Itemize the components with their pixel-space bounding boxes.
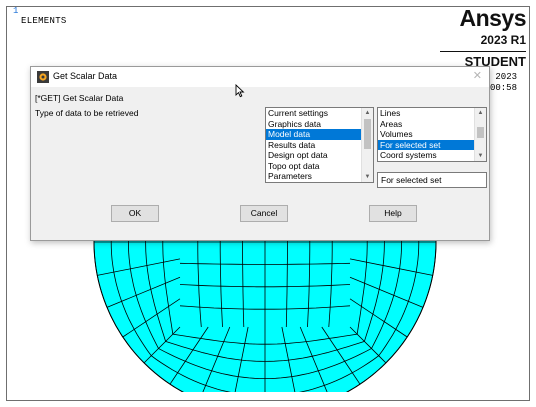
logo-divider bbox=[440, 51, 526, 52]
command-label: [*GET] Get Scalar Data bbox=[35, 93, 124, 103]
cancel-button[interactable]: Cancel bbox=[240, 205, 288, 222]
list2-scroll-thumb[interactable] bbox=[477, 127, 484, 138]
list-item-for-selected-set[interactable]: For selected set bbox=[378, 139, 475, 150]
date-time-readout: 2023 00:58 bbox=[490, 72, 517, 94]
logo-brand: Ansys bbox=[459, 5, 526, 31]
list-item-volumes[interactable]: Volumes bbox=[378, 129, 475, 140]
list-item-model-data[interactable]: Model data bbox=[266, 129, 362, 140]
list-item-coord-systems[interactable]: Coord systems bbox=[378, 150, 475, 161]
dialog-title: Get Scalar Data bbox=[53, 71, 118, 81]
list1-scroll-thumb[interactable] bbox=[364, 119, 371, 149]
mouse-cursor-icon bbox=[235, 84, 245, 98]
list-item-areas[interactable]: Areas bbox=[378, 119, 475, 130]
dialog-titlebar[interactable]: Get Scalar Data ✕ bbox=[31, 67, 489, 87]
list-item-design-opt-data[interactable]: Design opt data bbox=[266, 150, 362, 161]
get-scalar-data-dialog: Get Scalar Data ✕ [*GET] Get Scalar Data… bbox=[30, 66, 490, 241]
ansys-logo: Ansys 2023 R1 STUDENT bbox=[432, 5, 527, 70]
list2-scrollbar[interactable]: ▲ ▼ bbox=[474, 108, 486, 161]
ansys-app-icon bbox=[37, 71, 49, 83]
help-button[interactable]: Help bbox=[369, 205, 417, 222]
data-category-list[interactable]: Current settings Graphics data Model dat… bbox=[265, 107, 374, 183]
window-number: 1 bbox=[13, 6, 19, 16]
selection-field[interactable]: For selected set bbox=[377, 172, 487, 188]
plot-title: ELEMENTS bbox=[21, 16, 67, 26]
list-item-topo-opt-data[interactable]: Topo opt data bbox=[266, 161, 362, 172]
date-line: 2023 bbox=[495, 72, 517, 82]
data-item-list[interactable]: Lines Areas Volumes For selected set Coo… bbox=[377, 107, 487, 162]
time-line: 00:58 bbox=[489, 83, 517, 93]
list1-scrollbar[interactable]: ▲ ▼ bbox=[361, 108, 373, 182]
scroll-down-icon[interactable]: ▼ bbox=[362, 172, 373, 182]
logo-version: 2023 R1 bbox=[480, 33, 526, 47]
list-item-graphics-data[interactable]: Graphics data bbox=[266, 119, 362, 130]
close-icon[interactable]: ✕ bbox=[473, 70, 482, 83]
list-item-lines[interactable]: Lines bbox=[378, 108, 475, 119]
ok-button[interactable]: OK bbox=[111, 205, 159, 222]
scroll-up-icon[interactable]: ▲ bbox=[362, 108, 373, 118]
scroll-down-icon[interactable]: ▼ bbox=[475, 151, 486, 161]
list-item-current-settings[interactable]: Current settings bbox=[266, 108, 362, 119]
list-item-results-data[interactable]: Results data bbox=[266, 140, 362, 151]
list-item-parameters[interactable]: Parameters bbox=[266, 171, 362, 182]
prompt-label: Type of data to be retrieved bbox=[35, 108, 139, 118]
scroll-up-icon[interactable]: ▲ bbox=[475, 108, 486, 118]
